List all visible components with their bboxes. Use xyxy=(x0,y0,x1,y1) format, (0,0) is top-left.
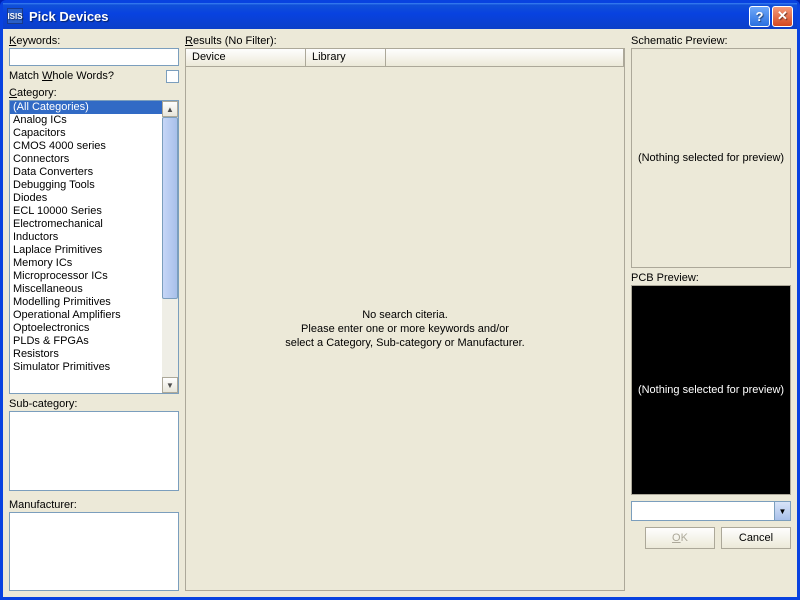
column-spacer xyxy=(386,49,624,67)
column-device[interactable]: Device xyxy=(186,49,306,67)
pcb-placeholder: (Nothing selected for preview) xyxy=(638,384,784,396)
results-body: No search citeria. Please enter one or m… xyxy=(185,67,625,591)
category-item[interactable]: Microprocessor ICs xyxy=(10,270,162,283)
results-header: Device Library xyxy=(185,48,625,67)
category-scrollbar[interactable]: ▲ ▼ xyxy=(162,101,178,393)
pick-devices-dialog: ISIS Pick Devices ? ✕ Keywords: Match Wh… xyxy=(0,0,800,600)
match-whole-words-checkbox[interactable] xyxy=(166,70,179,83)
help-button[interactable]: ? xyxy=(749,6,770,27)
scroll-up-icon[interactable]: ▲ xyxy=(162,101,178,117)
manufacturer-label: Manufacturer: xyxy=(9,499,179,511)
category-item[interactable]: Operational Amplifiers xyxy=(10,309,162,322)
category-item[interactable]: Debugging Tools xyxy=(10,179,162,192)
category-item[interactable]: (All Categories) xyxy=(10,101,162,114)
results-panel: Results (No Filter): Device Library No s… xyxy=(185,35,625,591)
category-item[interactable]: Modelling Primitives xyxy=(10,296,162,309)
category-item[interactable]: PLDs & FPGAs xyxy=(10,335,162,348)
manufacturer-listbox[interactable] xyxy=(9,512,179,592)
subcategory-listbox[interactable] xyxy=(9,411,179,491)
keywords-label: Keywords: xyxy=(9,35,179,47)
results-label: Results (No Filter): xyxy=(185,35,625,47)
preview-panel: Schematic Preview: (Nothing selected for… xyxy=(631,35,791,591)
close-button[interactable]: ✕ xyxy=(772,6,793,27)
package-dropdown-value xyxy=(632,502,774,520)
category-label: Category: xyxy=(9,87,179,99)
category-item[interactable]: Electromechanical xyxy=(10,218,162,231)
subcategory-label: Sub-category: xyxy=(9,398,179,410)
category-item[interactable]: Capacitors xyxy=(10,127,162,140)
category-item[interactable]: Data Converters xyxy=(10,166,162,179)
category-item[interactable]: Inductors xyxy=(10,231,162,244)
pcb-preview: (Nothing selected for preview) xyxy=(631,285,791,495)
keywords-input[interactable] xyxy=(9,48,179,66)
schematic-placeholder: (Nothing selected for preview) xyxy=(638,152,784,164)
category-item[interactable]: Resistors xyxy=(10,348,162,361)
category-item[interactable]: Memory ICs xyxy=(10,257,162,270)
category-item[interactable]: Optoelectronics xyxy=(10,322,162,335)
results-empty-line2: Please enter one or more keywords and/or xyxy=(285,322,524,336)
category-item[interactable]: Laplace Primitives xyxy=(10,244,162,257)
category-item[interactable]: Analog ICs xyxy=(10,114,162,127)
column-library[interactable]: Library xyxy=(306,49,386,67)
category-item[interactable]: Connectors xyxy=(10,153,162,166)
schematic-preview: (Nothing selected for preview) xyxy=(631,48,791,268)
package-dropdown[interactable]: ▼ xyxy=(631,501,791,521)
schematic-preview-label: Schematic Preview: xyxy=(631,35,791,47)
pcb-preview-label: PCB Preview: xyxy=(631,272,791,284)
scroll-thumb[interactable] xyxy=(162,117,178,299)
category-listbox[interactable]: (All Categories)Analog ICsCapacitorsCMOS… xyxy=(9,100,179,394)
cancel-button[interactable]: Cancel xyxy=(721,527,791,549)
match-whole-words-label: Match Whole Words? xyxy=(9,70,114,82)
scroll-down-icon[interactable]: ▼ xyxy=(162,377,178,393)
results-empty-line3: select a Category, Sub-category or Manuf… xyxy=(285,336,524,350)
window-title: Pick Devices xyxy=(29,9,109,24)
ok-button[interactable]: OK xyxy=(645,527,715,549)
titlebar[interactable]: ISIS Pick Devices ? ✕ xyxy=(3,3,797,29)
category-item[interactable]: Miscellaneous xyxy=(10,283,162,296)
category-item[interactable]: ECL 10000 Series xyxy=(10,205,162,218)
category-item[interactable]: Simulator Primitives xyxy=(10,361,162,374)
app-icon: ISIS xyxy=(7,8,23,24)
left-panel: Keywords: Match Whole Words? Category: (… xyxy=(9,35,179,591)
category-item[interactable]: Diodes xyxy=(10,192,162,205)
category-item[interactable]: CMOS 4000 series xyxy=(10,140,162,153)
chevron-down-icon[interactable]: ▼ xyxy=(774,502,790,520)
results-empty-line1: No search citeria. xyxy=(285,308,524,322)
dialog-content: Keywords: Match Whole Words? Category: (… xyxy=(3,29,797,597)
